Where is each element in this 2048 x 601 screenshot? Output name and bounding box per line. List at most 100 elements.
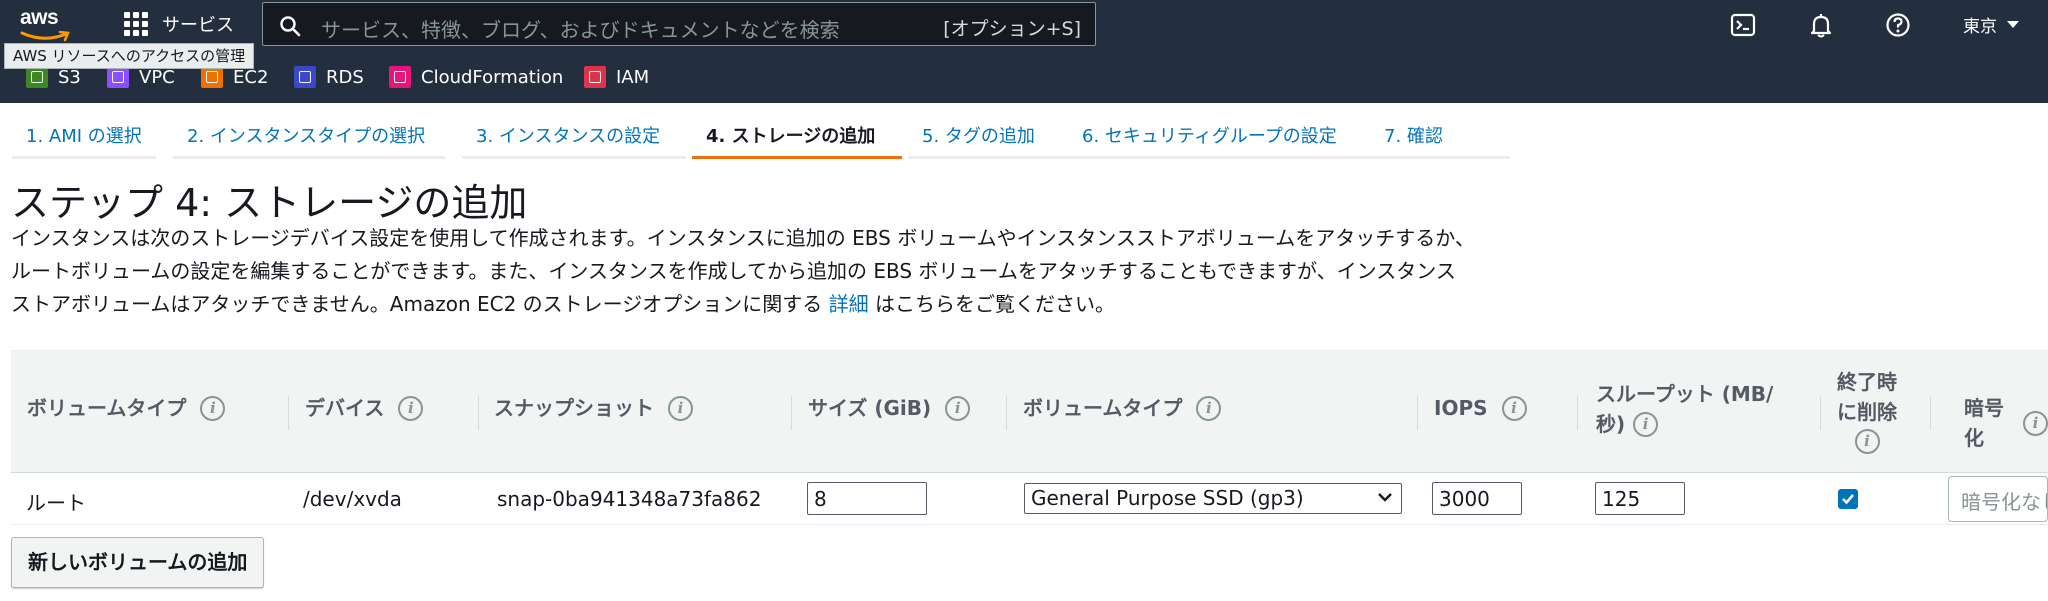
header-label: 秒) <box>1596 412 1626 436</box>
info-icon[interactable]: i <box>668 395 693 421</box>
encryption-select[interactable]: 暗号化なし <box>1948 476 2048 522</box>
search-icon <box>280 16 301 37</box>
info-icon[interactable]: i <box>2023 410 2048 436</box>
column-divider <box>1930 396 1931 430</box>
column-divider <box>1006 396 1007 430</box>
volume-type-selected: General Purpose SSD (gp3) <box>1031 486 1304 510</box>
rds-icon <box>294 66 316 88</box>
header-ebs-volume-type: ボリュームタイプ i <box>1023 393 1222 423</box>
favorites-bar: S3 VPC EC2 RDS CloudFormation IAM <box>0 48 2048 103</box>
header-device: デバイス i <box>305 393 424 423</box>
tab-ami[interactable]: 1. AMI の選択 <box>12 112 156 159</box>
header-volume-type: ボリュームタイプ i <box>27 393 226 423</box>
details-link[interactable]: 詳細 <box>829 292 869 316</box>
column-divider <box>478 396 479 430</box>
table-row: ルート /dev/xvda snap-0ba941348a73fa862 Gen… <box>11 473 2048 525</box>
description-line: ルートボリュームの設定を編集することができます。また、インスタンスを作成してから… <box>11 259 1456 283</box>
help-icon[interactable] <box>1885 12 1911 38</box>
favorite-iam[interactable]: IAM <box>584 66 649 88</box>
vpc-icon <box>107 66 129 88</box>
column-divider <box>1577 396 1578 430</box>
info-icon[interactable]: i <box>200 395 226 421</box>
column-divider <box>791 396 792 430</box>
bell-icon[interactable] <box>1808 12 1834 38</box>
favorite-rds[interactable]: RDS <box>294 66 364 88</box>
caret-down-icon <box>2007 21 2019 28</box>
description-text: はこちらをご覧ください。 <box>875 292 1115 316</box>
header-label: 終了時 <box>1837 370 1897 394</box>
cloudshell-icon[interactable] <box>1730 12 1756 38</box>
header-snapshot: スナップショット i <box>494 393 693 423</box>
cell-volume-type: ルート <box>26 491 86 515</box>
check-icon <box>1842 494 1854 505</box>
header-label: サイズ (GiB) <box>808 396 932 420</box>
header-iops: IOPS i <box>1434 393 1527 423</box>
header-label: 暗号化 <box>1964 396 2004 450</box>
add-volume-button[interactable]: 新しいボリュームの追加 <box>11 537 265 588</box>
favorite-label: VPC <box>139 66 175 88</box>
cell-device: /dev/xvda <box>303 487 402 511</box>
favorite-ec2[interactable]: EC2 <box>201 66 268 88</box>
tab-add-storage[interactable]: 4. ストレージの追加 <box>692 112 902 159</box>
tooltip: AWS リソースへのアクセスの管理 <box>4 43 255 69</box>
tab-add-tags[interactable]: 5. タグの追加 <box>908 112 1068 159</box>
description-line: ストアボリュームはアタッチできません。Amazon EC2 のストレージオプショ… <box>11 288 1611 321</box>
chevron-down-icon <box>1378 493 1392 502</box>
header-label: スナップショット <box>494 396 654 420</box>
grid-icon <box>124 12 148 36</box>
favorite-label: EC2 <box>233 66 269 88</box>
favorite-cloudformation[interactable]: CloudFormation <box>389 66 563 88</box>
cloudformation-icon <box>389 66 411 88</box>
aws-logo-text: aws <box>20 6 59 29</box>
iops-input[interactable] <box>1432 482 1522 515</box>
table-header: ボリュームタイプ i デバイス i スナップショット i サイズ (GiB) i… <box>11 350 2048 473</box>
tab-instance-type[interactable]: 2. インスタンスタイプの選択 <box>173 112 445 159</box>
storage-table: ボリュームタイプ i デバイス i スナップショット i サイズ (GiB) i… <box>11 350 2048 525</box>
page-description: インスタンスは次のストレージデバイス設定を使用して作成されます。インスタンスに追… <box>11 222 1611 321</box>
favorite-label: RDS <box>326 66 364 88</box>
column-divider <box>1417 396 1418 430</box>
header-label: ボリュームタイプ <box>1023 396 1183 420</box>
header-label: に削除 <box>1837 400 1897 424</box>
throughput-input[interactable] <box>1595 482 1685 515</box>
tab-review[interactable]: 7. 確認 <box>1370 112 1510 159</box>
description-text: ストアボリュームはアタッチできません。Amazon EC2 のストレージオプショ… <box>11 292 823 316</box>
search-input[interactable]: サービス、特徴、ブログ、およびドキュメントなどを検索 [オプション+S] <box>262 2 1096 46</box>
encryption-placeholder: 暗号化なし <box>1961 490 2047 514</box>
info-icon[interactable]: i <box>1501 395 1527 421</box>
header-label: IOPS <box>1434 396 1488 420</box>
info-icon[interactable]: i <box>398 395 424 421</box>
aws-logo[interactable]: aws <box>20 6 78 44</box>
size-input[interactable] <box>807 482 927 515</box>
s3-icon <box>26 66 48 88</box>
column-divider <box>288 396 289 430</box>
page-title: ステップ 4: ストレージの追加 <box>11 181 528 225</box>
cell-snapshot: snap-0ba941348a73fa862 <box>497 487 762 511</box>
favorite-label: CloudFormation <box>421 66 564 88</box>
column-divider <box>1820 396 1821 430</box>
services-label: サービス <box>162 15 234 36</box>
search-placeholder: サービス、特徴、ブログ、およびドキュメントなどを検索 <box>321 18 840 42</box>
services-menu-button[interactable]: サービス <box>124 10 234 38</box>
ec2-icon <box>201 66 223 88</box>
header-throughput: スループット (MB/ 秒) i <box>1596 379 1773 439</box>
region-selector[interactable]: 東京 <box>1963 12 2019 37</box>
search-shortcut: [オプション+S] <box>943 18 1081 40</box>
header-label: ボリュームタイプ <box>27 396 187 420</box>
info-icon[interactable]: i <box>945 395 971 421</box>
delete-on-termination-checkbox[interactable] <box>1838 489 1858 509</box>
info-icon[interactable]: i <box>1633 411 1659 437</box>
iam-icon <box>584 66 606 88</box>
tab-security-group[interactable]: 6. セキュリティグループの設定 <box>1068 112 1378 159</box>
favorite-vpc[interactable]: VPC <box>107 66 175 88</box>
tab-configure-instance[interactable]: 3. インスタンスの設定 <box>462 112 686 159</box>
header-delete-on-termination: 終了時 に削除 i <box>1837 367 1897 454</box>
info-icon[interactable]: i <box>1196 395 1222 421</box>
header-encryption: 暗号化 i <box>1964 393 2048 453</box>
volume-type-select[interactable]: General Purpose SSD (gp3) <box>1024 483 1402 514</box>
top-navigation: aws サービス サービス、特徴、ブログ、およびドキュメントなどを検索 [オプシ… <box>0 0 2048 48</box>
info-icon[interactable]: i <box>1854 429 1880 454</box>
header-size: サイズ (GiB) i <box>808 393 971 423</box>
header-label: デバイス <box>305 396 385 420</box>
favorite-s3[interactable]: S3 <box>26 66 81 88</box>
